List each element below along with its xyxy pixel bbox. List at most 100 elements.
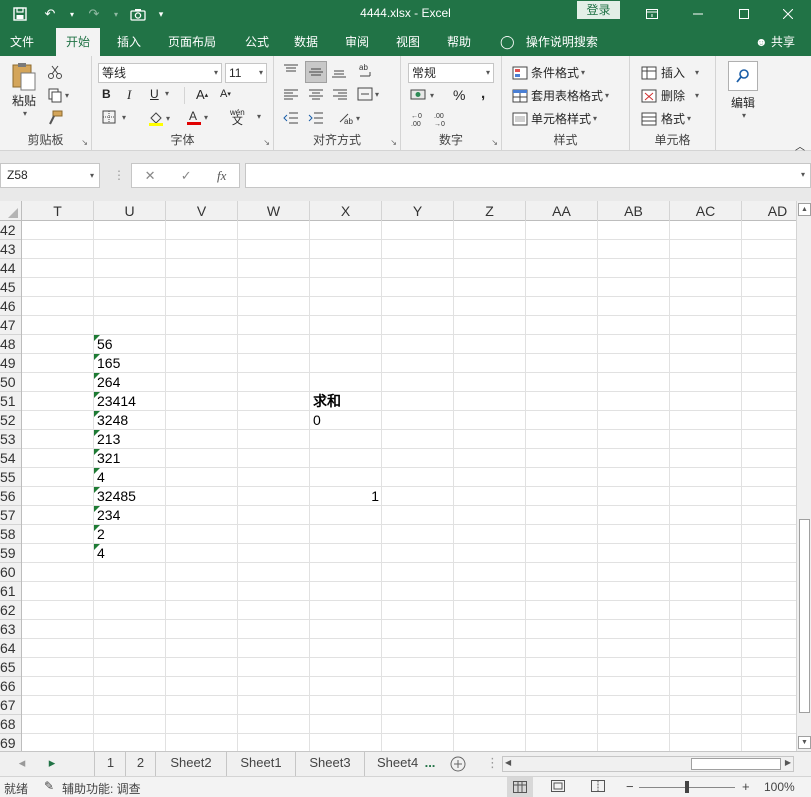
orientation-icon[interactable]: ab — [357, 62, 373, 78]
row-header-46[interactable]: 46 — [0, 297, 21, 316]
percent-button[interactable]: % — [453, 87, 465, 103]
cell-u52[interactable]: 3248 — [94, 411, 166, 430]
cell-u57[interactable]: 234 — [94, 506, 166, 525]
cell-u58[interactable]: 2 — [94, 525, 166, 544]
tab-insert[interactable]: 插入 — [107, 28, 151, 56]
clipboard-launcher-icon[interactable]: ↘ — [81, 138, 88, 147]
cell-u56[interactable]: 32485 — [94, 487, 166, 506]
redo-icon[interactable]: ↷ — [82, 4, 106, 24]
share-button[interactable]: ☻ 共享 — [755, 28, 795, 56]
paste-dropdown-icon[interactable]: ▾ — [23, 109, 27, 118]
row-header-60[interactable]: 60 — [0, 563, 21, 582]
cell-x51[interactable]: 求和 — [310, 392, 382, 411]
align-left-icon[interactable] — [283, 88, 299, 102]
column-header-y[interactable]: Y — [382, 201, 454, 221]
tab-page-layout[interactable]: 页面布局 — [158, 28, 226, 56]
font-size-combo[interactable]: 11 ▾ — [225, 63, 267, 83]
row-header-44[interactable]: 44 — [0, 259, 21, 278]
cell-x56[interactable]: 1 — [310, 487, 382, 506]
horizontal-scrollbar[interactable]: ◀ ▶ — [502, 756, 794, 772]
row-header-53[interactable]: 53 — [0, 430, 21, 449]
column-header-u[interactable]: U — [94, 201, 166, 221]
tab-help[interactable]: 帮助 — [437, 28, 481, 56]
cell-styles-button[interactable]: 单元格样式 ▾ — [512, 110, 597, 127]
sheet-tab-2[interactable]: 2 — [126, 752, 156, 776]
undo-dropdown-icon[interactable]: ▾ — [68, 4, 76, 24]
cell-u53[interactable]: 213 — [94, 430, 166, 449]
fill-color-icon[interactable]: ▾ — [148, 110, 170, 126]
add-sheet-button[interactable] — [446, 752, 470, 776]
format-painter-icon[interactable] — [47, 110, 63, 126]
row-header-48[interactable]: 48 — [0, 335, 21, 354]
scroll-down-icon[interactable]: ▼ — [798, 736, 811, 749]
row-header-50[interactable]: 50 — [0, 373, 21, 392]
row-header-59[interactable]: 59 — [0, 544, 21, 563]
formula-bar-grip-icon[interactable]: ⋮ — [113, 168, 125, 182]
maximize-button[interactable] — [721, 0, 767, 28]
undo-icon[interactable]: ↶ — [38, 4, 62, 24]
row-header-43[interactable]: 43 — [0, 240, 21, 259]
vertical-scrollbar[interactable]: ▲ ▼ — [796, 201, 811, 751]
row-header-45[interactable]: 45 — [0, 278, 21, 297]
worksheet-grid[interactable]: 56 165 264 23414 3248 213 321 4 32485 234 2 4 求和 0 1 — [22, 221, 796, 751]
decrease-indent-icon[interactable] — [283, 111, 299, 125]
delete-cells-button[interactable]: 删除 ▾ — [641, 87, 699, 104]
cancel-icon[interactable]: ✕ — [145, 168, 156, 184]
sheet-tab-sheet4[interactable]: Sheet4 — [365, 752, 419, 776]
cell-u59[interactable]: 4 — [94, 544, 166, 563]
conditional-format-button[interactable]: 条件格式 ▾ — [512, 64, 585, 81]
chevron-down-icon[interactable]: ▾ — [486, 64, 490, 82]
editing-dropdown-icon[interactable]: ▾ — [742, 111, 746, 120]
sheet-tab-1[interactable]: 1 — [96, 752, 126, 776]
customize-qat-icon[interactable]: ▾ — [156, 4, 166, 24]
cell-u49[interactable]: 165 — [94, 354, 166, 373]
align-center-icon[interactable] — [308, 88, 324, 102]
prev-sheet-icon[interactable]: ◂ — [14, 752, 30, 776]
column-header-v[interactable]: V — [166, 201, 238, 221]
tab-file[interactable]: 文件 — [0, 28, 44, 56]
insert-cells-button[interactable]: 插入 ▾ — [641, 64, 699, 81]
column-header-z[interactable]: Z — [454, 201, 526, 221]
editing-button[interactable]: 编辑 ▾ — [725, 61, 761, 120]
font-launcher-icon[interactable]: ↘ — [263, 138, 270, 147]
tab-data[interactable]: 数据 — [284, 28, 328, 56]
font-color-dropdown-icon[interactable]: ▾ — [204, 113, 208, 122]
phonetic-button[interactable]: wén 文 — [230, 108, 245, 127]
paste-button[interactable]: 粘贴 ▾ — [6, 62, 42, 118]
font-color-icon[interactable]: A ▾ — [186, 109, 208, 125]
currency-dropdown-icon[interactable]: ▾ — [430, 91, 434, 100]
copy-icon[interactable]: ▾ — [47, 87, 69, 103]
bold-button[interactable]: B — [102, 87, 111, 101]
row-header-56[interactable]: 56 — [0, 487, 21, 506]
sheet-tab-sheet2[interactable]: Sheet2 — [156, 752, 227, 776]
row-header-49[interactable]: 49 — [0, 354, 21, 373]
tab-home[interactable]: 开始 — [56, 28, 101, 56]
enter-icon[interactable]: ✓ — [181, 168, 192, 184]
cell-u48[interactable]: 56 — [94, 335, 166, 354]
camera-icon[interactable] — [126, 4, 150, 24]
zoom-in-icon[interactable]: + — [742, 779, 750, 794]
zoom-slider-thumb[interactable] — [685, 781, 689, 793]
row-header-65[interactable]: 65 — [0, 658, 21, 677]
align-right-icon[interactable] — [332, 88, 348, 102]
column-header-ab[interactable]: AB — [598, 201, 670, 221]
row-header-51[interactable]: 51 — [0, 392, 21, 411]
number-launcher-icon[interactable]: ↘ — [491, 138, 498, 147]
increase-decimal-icon[interactable]: ←0.00 — [410, 111, 428, 127]
tell-me-search[interactable]: ◯ 操作说明搜索 — [500, 28, 598, 56]
format-cells-button[interactable]: 格式 ▾ — [641, 110, 691, 127]
minimize-button[interactable] — [675, 0, 721, 28]
expand-formula-icon[interactable]: ▾ — [801, 170, 805, 179]
cut-icon[interactable] — [47, 64, 63, 80]
ribbon-display-icon[interactable] — [629, 0, 675, 28]
chevron-down-icon[interactable]: ▾ — [259, 64, 263, 82]
cell-u51[interactable]: 23414 — [94, 392, 166, 411]
row-header-69[interactable]: 69 — [0, 734, 21, 751]
close-button[interactable] — [765, 0, 811, 28]
column-header-w[interactable]: W — [238, 201, 310, 221]
row-header-55[interactable]: 55 — [0, 468, 21, 487]
tab-review[interactable]: 审阅 — [335, 28, 379, 56]
borders-dropdown-icon[interactable]: ▾ — [122, 113, 126, 122]
zoom-out-icon[interactable]: − — [626, 779, 634, 794]
save-icon[interactable] — [8, 4, 32, 24]
